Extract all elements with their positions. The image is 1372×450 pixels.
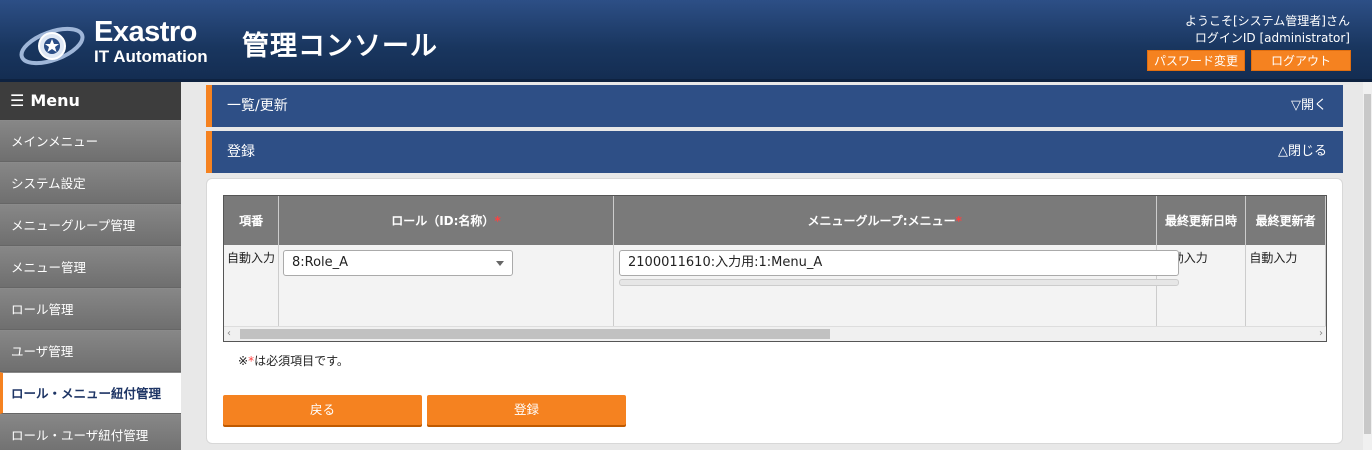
logout-button[interactable]: ログアウト <box>1251 50 1351 71</box>
register-button[interactable]: 登録 <box>427 395 626 425</box>
scrollbar-thumb[interactable] <box>240 329 830 339</box>
header-menu-label: メニューグループ:メニュー <box>807 214 956 228</box>
sidebar-item-main-menu[interactable]: メインメニュー <box>0 120 181 162</box>
register-toggle[interactable]: △閉じる <box>1278 131 1327 173</box>
required-mark: * <box>494 214 501 228</box>
menu-input[interactable]: 2100011610:入力用:1:Menu_A <box>619 250 1179 276</box>
list-update-title: 一覧/更新 <box>227 98 288 114</box>
exastro-logo[interactable]: Exastro IT Automation <box>18 14 218 70</box>
logo-subtitle: IT Automation <box>94 47 208 66</box>
register-panel-body: 項番 ロール（ID:名称）* メニューグループ:メニュー* 最終更新日時 最終更… <box>206 178 1343 444</box>
back-button[interactable]: 戻る <box>223 395 422 425</box>
register-panel-header[interactable]: 登録 △閉じる <box>206 131 1343 173</box>
page-scrollbar-thumb[interactable] <box>1364 94 1371 434</box>
header-last-updated: 最終更新日時 <box>1156 196 1247 245</box>
sidebar-item-system-settings[interactable]: システム設定 <box>0 162 181 204</box>
sidebar-item-menu-management[interactable]: メニュー管理 <box>0 246 181 288</box>
logo-title: Exastro <box>94 16 197 48</box>
role-select-value: 8:Role_A <box>292 255 349 270</box>
menu-title: Menu <box>30 91 80 110</box>
cell-last-updater: 自動入力 <box>1245 245 1326 326</box>
menu-cell-scrollbar[interactable] <box>619 279 1179 286</box>
menu-header[interactable]: ☰ Menu <box>0 82 181 120</box>
chevron-down-icon <box>496 261 504 266</box>
table-horizontal-scrollbar[interactable]: ‹ › <box>224 326 1326 341</box>
sidebar-item-role-management[interactable]: ロール管理 <box>0 288 181 330</box>
note-prefix: ※ <box>238 354 249 368</box>
welcome-text: ようこそ[システム管理者]さん <box>1184 14 1350 28</box>
sidebar-item-user-management[interactable]: ユーザ管理 <box>0 330 181 372</box>
table-header-row: 項番 ロール（ID:名称）* メニューグループ:メニュー* 最終更新日時 最終更… <box>224 196 1326 245</box>
header-role-label: ロール（ID:名称） <box>391 214 495 228</box>
register-title: 登録 <box>227 144 255 160</box>
list-update-panel-header[interactable]: 一覧/更新 ▽開く <box>206 85 1343 127</box>
login-id-text: ログインID [administrator] <box>1194 31 1350 45</box>
sidebar-item-role-user-link[interactable]: ロール・ユーザ紐付管理 <box>0 414 181 450</box>
change-password-button[interactable]: パスワード変更 <box>1147 50 1245 71</box>
cell-item-no: 自動入力 <box>224 245 280 326</box>
page-title: 管理コンソール <box>242 31 438 62</box>
app-header: Exastro IT Automation 管理コンソール ようこそ[システム管… <box>0 0 1372 82</box>
header-last-updater: 最終更新者 <box>1245 196 1326 245</box>
register-table: 項番 ロール（ID:名称）* メニューグループ:メニュー* 最終更新日時 最終更… <box>223 195 1327 342</box>
header-menu: メニューグループ:メニュー* <box>613 196 1157 245</box>
sidebar-item-menu-group-management[interactable]: メニューグループ管理 <box>0 204 181 246</box>
hamburger-icon: ☰ <box>10 91 25 110</box>
note-text: は必須項目です。 <box>254 354 349 368</box>
required-note: ※*は必須項目です。 <box>238 352 349 369</box>
header-role: ロール（ID:名称）* <box>278 196 614 245</box>
sidebar: ☰ Menu メインメニュー システム設定 メニューグループ管理 メニュー管理 ロ… <box>0 82 181 450</box>
scroll-right-icon[interactable]: › <box>1319 327 1323 341</box>
page-vertical-scrollbar[interactable] <box>1363 82 1372 450</box>
scroll-left-icon[interactable]: ‹ <box>227 327 231 341</box>
list-update-toggle[interactable]: ▽開く <box>1291 85 1327 127</box>
required-mark: * <box>955 214 962 228</box>
exastro-logo-mark-icon <box>19 26 85 66</box>
header-item-no: 項番 <box>224 196 280 245</box>
sidebar-item-role-menu-link[interactable]: ロール・メニュー紐付管理 <box>0 372 181 414</box>
role-select[interactable]: 8:Role_A <box>283 250 513 276</box>
